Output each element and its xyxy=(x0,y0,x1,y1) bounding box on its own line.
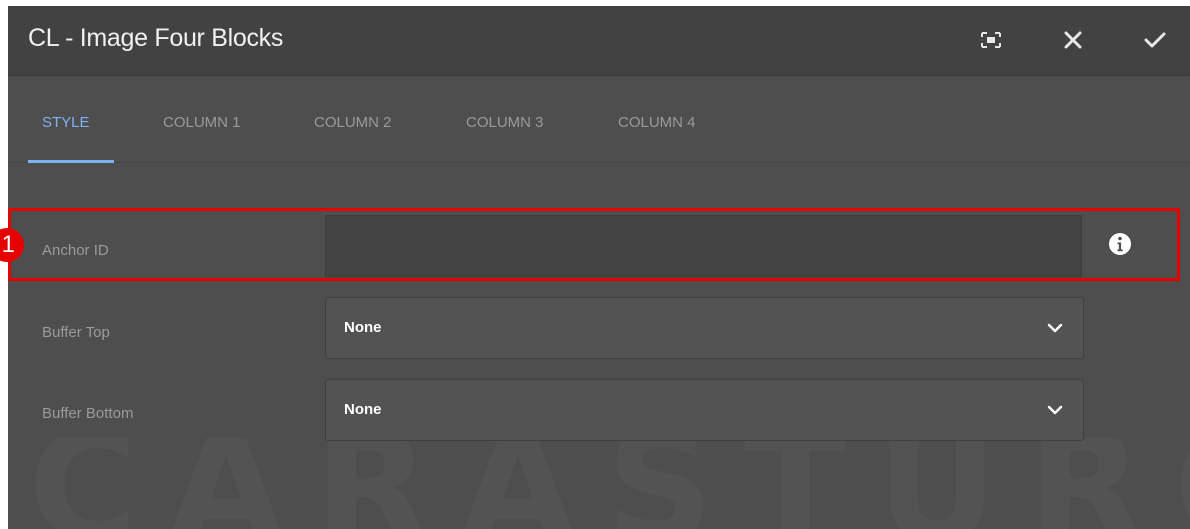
tab-column-1[interactable]: COLUMN 1 xyxy=(163,114,241,131)
done-button[interactable] xyxy=(1135,20,1175,60)
close-button[interactable] xyxy=(1053,20,1093,60)
tab-style[interactable]: STYLE xyxy=(42,114,90,131)
fullscreen-icon xyxy=(981,32,1001,48)
checkmark-icon xyxy=(1144,31,1166,49)
fullscreen-button[interactable] xyxy=(971,20,1011,60)
active-tab-indicator xyxy=(28,160,114,163)
buffer-top-label: Buffer Top xyxy=(42,324,110,341)
watermark: CARASTURO xyxy=(28,438,1190,529)
close-icon xyxy=(1064,31,1082,49)
buffer-top-value: None xyxy=(344,319,382,336)
dialog-title: CL - Image Four Blocks xyxy=(28,24,284,52)
chevron-down-icon xyxy=(1047,320,1063,338)
tab-column-2[interactable]: COLUMN 2 xyxy=(314,114,392,131)
annotation-highlight-box xyxy=(8,208,1180,281)
tab-bar: STYLE COLUMN 1 COLUMN 2 COLUMN 3 COLUMN … xyxy=(8,76,1190,163)
buffer-top-select[interactable]: None xyxy=(325,297,1084,359)
tab-column-3[interactable]: COLUMN 3 xyxy=(466,114,544,131)
buffer-bottom-label: Buffer Bottom xyxy=(42,405,134,422)
chevron-down-icon xyxy=(1047,402,1063,420)
buffer-bottom-select[interactable]: None xyxy=(325,379,1084,441)
buffer-bottom-value: None xyxy=(344,401,382,418)
dialog-titlebar: CL - Image Four Blocks xyxy=(8,6,1190,76)
tab-column-4[interactable]: COLUMN 4 xyxy=(618,114,696,131)
watermark-text: CARASTURO xyxy=(28,438,1190,529)
